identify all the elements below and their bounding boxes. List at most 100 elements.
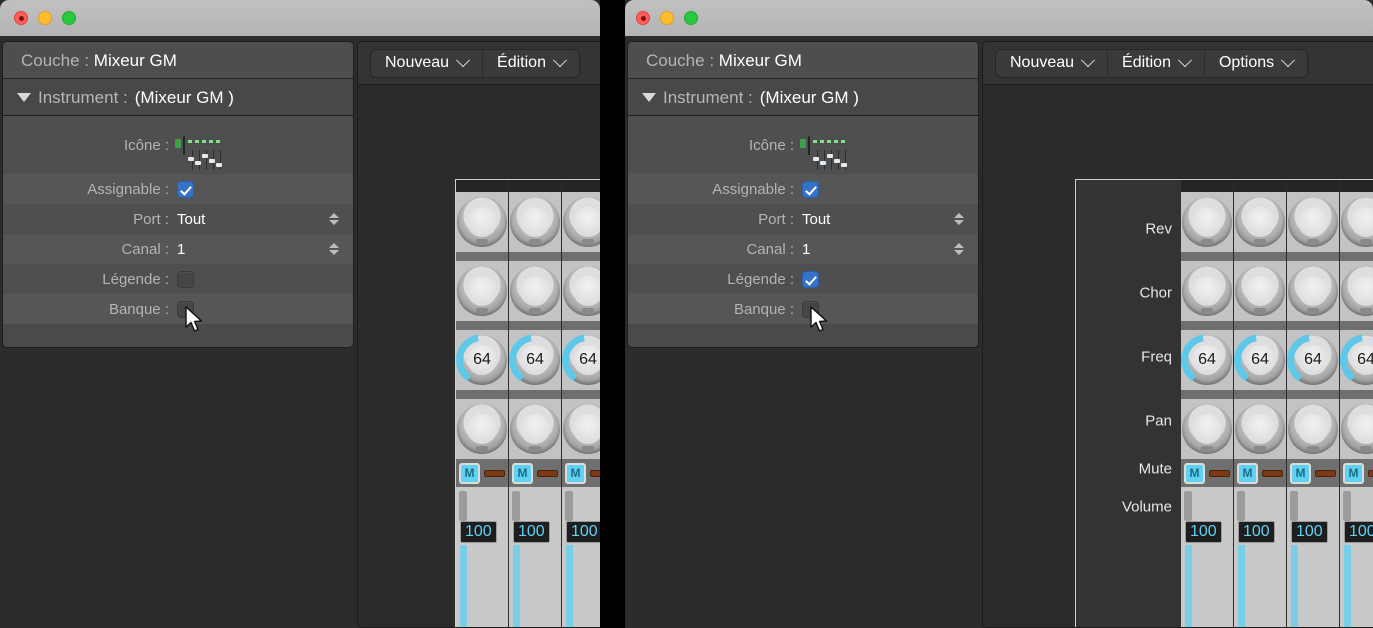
- knob-rev[interactable]: [1182, 197, 1232, 247]
- knob-rev[interactable]: [1235, 197, 1285, 247]
- minimize-button-icon[interactable]: [38, 11, 52, 25]
- channel-value[interactable]: 1: [177, 241, 185, 258]
- volume-fader[interactable]: 100: [1181, 487, 1233, 628]
- knob-pan[interactable]: [457, 404, 507, 454]
- gm-mixer-object-right[interactable]: RevChorFreqPanMuteVolume 64M10064M10064M…: [1075, 179, 1373, 628]
- inspector-row-port-left[interactable]: Port : Tout: [3, 204, 353, 234]
- menu-edition[interactable]: Édition: [1108, 50, 1205, 77]
- inspector-row-icon-left[interactable]: Icône :: [3, 116, 353, 174]
- knob-pan[interactable]: [1235, 404, 1285, 454]
- legend-checkbox[interactable]: [802, 270, 819, 288]
- knob-pan[interactable]: [510, 404, 560, 454]
- knob-chor[interactable]: [1341, 266, 1373, 316]
- inspector-row-assignable-right[interactable]: Assignable :: [628, 174, 978, 204]
- mute-button[interactable]: M: [1343, 463, 1364, 484]
- object-header-left[interactable]: Instrument : (Mixeur GM ): [3, 79, 353, 116]
- volume-fader[interactable]: 100: [456, 487, 508, 628]
- knob-pan[interactable]: [1341, 404, 1373, 454]
- titlebar-left[interactable]: [0, 0, 600, 36]
- knob-freq[interactable]: 64: [1235, 335, 1285, 385]
- object-header-right[interactable]: Instrument : (Mixeur GM ): [628, 79, 978, 116]
- volume-fader[interactable]: 100: [1234, 487, 1286, 628]
- menu-nouveau[interactable]: Nouveau: [996, 50, 1108, 77]
- environment-canvas-right[interactable]: RevChorFreqPanMuteVolume 64M10064M10064M…: [983, 85, 1373, 627]
- mute-button[interactable]: M: [1237, 463, 1258, 484]
- inspector-row-port-right[interactable]: Port : Tout: [628, 204, 978, 234]
- mixer-strip[interactable]: 64 M 100: [509, 180, 562, 628]
- knob-chor[interactable]: [510, 266, 560, 316]
- inspector-row-bank-left[interactable]: Banque :: [3, 294, 353, 324]
- port-value[interactable]: Tout: [177, 211, 205, 228]
- volume-fader[interactable]: 100: [562, 487, 600, 628]
- knob-rev[interactable]: [1341, 197, 1373, 247]
- mute-button[interactable]: M: [1184, 463, 1205, 484]
- knob-chor[interactable]: [1182, 266, 1232, 316]
- disclosure-triangle-icon[interactable]: [17, 93, 31, 102]
- mixer-strip[interactable]: 64 M 100: [1287, 180, 1340, 628]
- mixer-strip[interactable]: 64 M 100: [1340, 180, 1373, 628]
- mixer-strip[interactable]: 64 M 100: [562, 180, 600, 628]
- port-stepper-icon[interactable]: [329, 213, 339, 225]
- knob-pan[interactable]: [1182, 404, 1232, 454]
- bank-checkbox[interactable]: [177, 300, 194, 318]
- channel-stepper-icon[interactable]: [954, 243, 964, 255]
- assignable-checkbox[interactable]: [177, 180, 194, 198]
- knob-chor[interactable]: [457, 266, 507, 316]
- close-button-icon[interactable]: [14, 11, 28, 25]
- inspector-row-assignable-left[interactable]: Assignable :: [3, 174, 353, 204]
- zoom-button-icon[interactable]: [62, 11, 76, 25]
- minimize-button-icon[interactable]: [660, 11, 674, 25]
- knob-chor[interactable]: [1288, 266, 1338, 316]
- menu-options[interactable]: Options: [1205, 50, 1307, 77]
- knob-rev[interactable]: [510, 197, 560, 247]
- layer-header-left[interactable]: Couche : Mixeur GM: [3, 42, 353, 79]
- icon-well[interactable]: [808, 137, 810, 154]
- icon-well[interactable]: [183, 137, 185, 154]
- legend-checkbox[interactable]: [177, 270, 194, 288]
- knob-rev[interactable]: [457, 197, 507, 247]
- knob-pan[interactable]: [563, 404, 600, 454]
- mute-button[interactable]: M: [565, 463, 586, 484]
- inspector-row-bank-right[interactable]: Banque :: [628, 294, 978, 324]
- port-stepper-icon[interactable]: [954, 213, 964, 225]
- menu-edition[interactable]: Édition: [483, 50, 579, 77]
- knob-pan[interactable]: [1288, 404, 1338, 454]
- disclosure-triangle-icon[interactable]: [642, 93, 656, 102]
- environment-canvas-left[interactable]: 64M10064M10064M100: [358, 85, 600, 627]
- inspector-row-legend-left[interactable]: Légende :: [3, 264, 353, 294]
- port-value[interactable]: Tout: [802, 211, 830, 228]
- volume-fader[interactable]: 100: [509, 487, 561, 628]
- knob-rev[interactable]: [1288, 197, 1338, 247]
- knob-freq[interactable]: 64: [457, 335, 507, 385]
- gm-mixer-object-left[interactable]: 64M10064M10064M100: [455, 179, 600, 628]
- titlebar-right[interactable]: [625, 0, 1373, 36]
- mixer-strip[interactable]: 64 M 100: [1181, 180, 1234, 628]
- bank-checkbox[interactable]: [802, 300, 819, 318]
- volume-fader[interactable]: 100: [1287, 487, 1339, 628]
- knob-freq[interactable]: 64: [510, 335, 560, 385]
- knob-freq[interactable]: 64: [1288, 335, 1338, 385]
- mute-button[interactable]: M: [1290, 463, 1311, 484]
- channel-stepper-icon[interactable]: [329, 243, 339, 255]
- inspector-row-channel-left[interactable]: Canal : 1: [3, 234, 353, 264]
- knob-chor[interactable]: [563, 266, 600, 316]
- menu-nouveau[interactable]: Nouveau: [371, 50, 483, 77]
- mixer-strip[interactable]: 64 M 100: [1234, 180, 1287, 628]
- inspector-row-legend-right[interactable]: Légende :: [628, 264, 978, 294]
- zoom-button-icon[interactable]: [684, 11, 698, 25]
- inspector-row-icon-right[interactable]: Icône :: [628, 116, 978, 174]
- inspector-row-channel-right[interactable]: Canal : 1: [628, 234, 978, 264]
- layer-header-right[interactable]: Couche : Mixeur GM: [628, 42, 978, 79]
- assignable-checkbox[interactable]: [802, 180, 819, 198]
- mute-button[interactable]: M: [512, 463, 533, 484]
- knob-freq[interactable]: 64: [1182, 335, 1232, 385]
- knob-rev[interactable]: [563, 197, 600, 247]
- knob-chor[interactable]: [1235, 266, 1285, 316]
- mute-button[interactable]: M: [459, 463, 480, 484]
- mixer-strip[interactable]: 64 M 100: [456, 180, 509, 628]
- volume-fader[interactable]: 100: [1340, 487, 1373, 628]
- channel-value[interactable]: 1: [802, 241, 810, 258]
- close-button-icon[interactable]: [636, 11, 650, 25]
- knob-freq[interactable]: 64: [563, 335, 600, 385]
- knob-freq[interactable]: 64: [1341, 335, 1373, 385]
